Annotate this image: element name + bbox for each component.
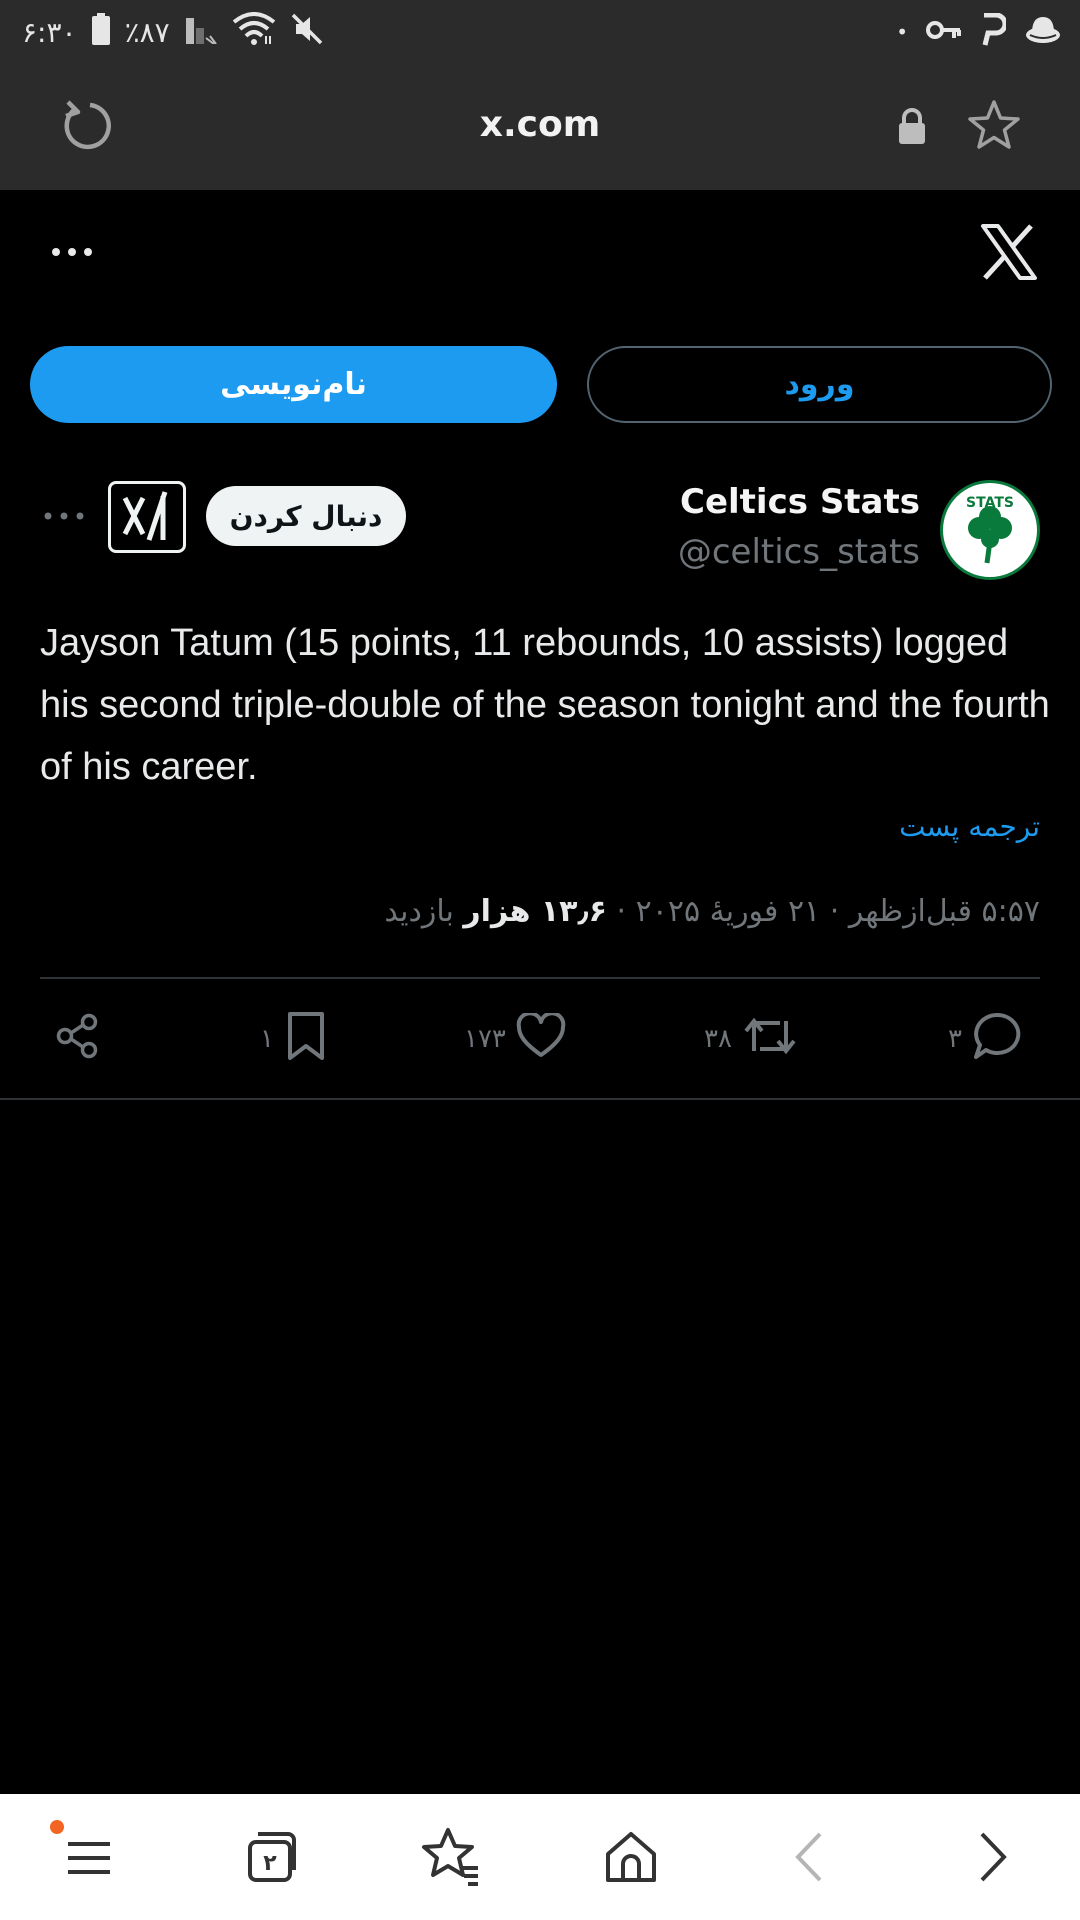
wifi-icon — [232, 11, 276, 53]
menu-icon[interactable] — [54, 1822, 124, 1892]
heart-icon — [516, 1010, 566, 1066]
meta-separator: · — [616, 894, 627, 929]
handle[interactable]: @celtics_stats — [678, 532, 920, 572]
x-logo-icon[interactable] — [980, 224, 1038, 280]
post-date[interactable]: ۲۱ فوریهٔ ۲۰۲۵ — [636, 894, 821, 929]
share-button[interactable] — [54, 1004, 102, 1074]
tab-count: ۲ — [263, 1851, 277, 1876]
key-icon — [926, 19, 962, 45]
translate-link[interactable]: ترجمه پست — [899, 810, 1040, 843]
post-meta: ۵:۵۷ قبل‌ازظهر · ۲۱ فوریهٔ ۲۰۲۵ · ۱۳٫۶ ه… — [384, 894, 1040, 929]
bookmark-count: ۱ — [260, 1024, 274, 1054]
views-label: بازدید — [384, 894, 454, 929]
reply-count: ۳ — [948, 1024, 962, 1054]
views-count: ۱۳٫۶ هزار — [463, 894, 607, 929]
post-text: Jayson Tatum (15 points, 11 rebounds, 10… — [40, 622, 1050, 788]
divider — [0, 1098, 1080, 1100]
reply-button[interactable]: ۳ — [948, 1004, 1022, 1074]
like-button[interactable]: ۱۷۳ — [464, 1004, 566, 1074]
post-time[interactable]: ۵:۵۷ قبل‌ازظهر — [849, 894, 1040, 929]
signal-icon — [184, 14, 218, 51]
home-icon[interactable] — [596, 1822, 666, 1892]
meta-separator: · — [829, 894, 840, 929]
share-icon — [54, 1012, 102, 1067]
status-left: ۶:۳۰ ٪۸۷ — [22, 11, 324, 53]
battery-percent: ٪۸۷ — [124, 15, 170, 49]
browser-bottom-nav: ۲ — [0, 1794, 1080, 1920]
bookmark-button[interactable]: ۱ — [260, 1004, 328, 1074]
browser-toolbar: x.com — [0, 64, 1080, 190]
repost-count: ۳۸ — [704, 1024, 732, 1054]
status-time: ۶:۳۰ — [22, 15, 77, 49]
mute-icon — [290, 12, 324, 53]
repost-button[interactable]: ۳۸ — [704, 1004, 798, 1074]
post-more-icon[interactable] — [42, 500, 86, 532]
status-bar: ۶:۳۰ ٪۸۷ • — [0, 0, 1080, 64]
bookmark-icon — [284, 1010, 328, 1069]
signup-button[interactable]: نام‌نویسی — [30, 346, 557, 423]
tabs-icon[interactable]: ۲ — [236, 1822, 306, 1892]
lock-icon[interactable] — [894, 106, 930, 146]
p-app-icon — [980, 12, 1008, 51]
status-dot: • — [896, 20, 908, 44]
star-icon[interactable] — [966, 98, 1022, 154]
forward-icon[interactable] — [956, 1822, 1026, 1892]
bookmarks-icon[interactable] — [416, 1822, 486, 1892]
login-button[interactable]: ورود — [587, 346, 1052, 423]
back-icon[interactable] — [776, 1822, 846, 1892]
battery-icon — [91, 12, 111, 52]
reply-icon — [972, 1011, 1022, 1068]
repost-icon — [742, 1013, 798, 1066]
display-name[interactable]: Celtics Stats — [680, 482, 920, 522]
action-bar: ۱ ۱۷۳ ۳۸ ۳ — [0, 1004, 1080, 1074]
like-count: ۱۷۳ — [464, 1024, 506, 1054]
divider — [40, 977, 1040, 979]
follow-button[interactable]: دنبال کردن — [206, 486, 406, 546]
status-right: • — [896, 12, 1062, 51]
hat-icon — [1024, 15, 1062, 49]
avatar[interactable]: STATS — [940, 480, 1040, 580]
grok-icon[interactable] — [108, 481, 186, 553]
more-icon[interactable] — [48, 232, 96, 272]
